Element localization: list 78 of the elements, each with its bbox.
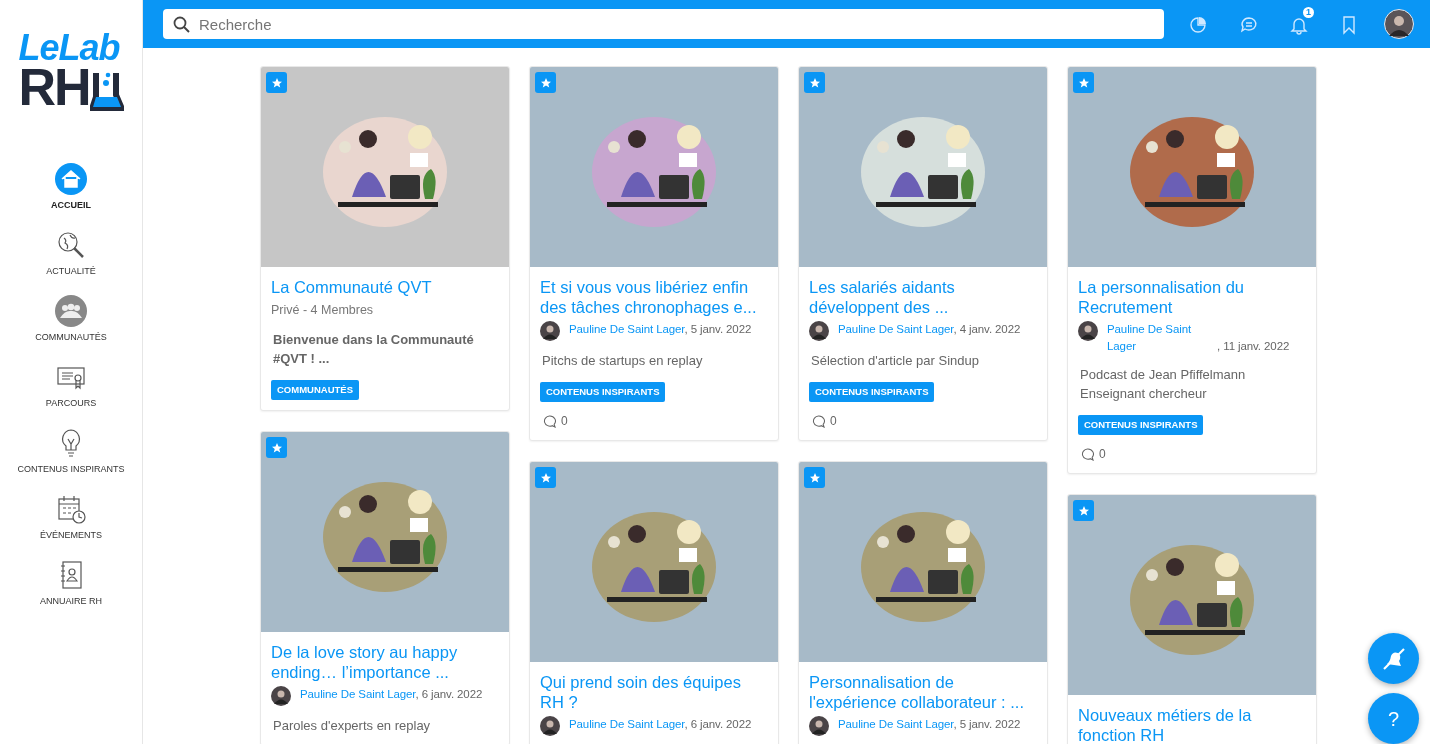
star-icon [539,471,552,484]
author-avatar [1078,321,1098,341]
group-icon [55,295,87,328]
card-title[interactable]: Et si vous vous libériez enfin des tâches chronophages e... [540,277,768,317]
author-avatar [540,321,560,341]
author-avatar [809,716,829,737]
author-link[interactable]: Pauline De Saint Lager [569,718,685,731]
pie-chart-icon [1189,14,1209,35]
star-icon [1077,504,1090,517]
author-link[interactable]: Pauline De Saint Lager [1107,321,1217,355]
favorite-button[interactable] [535,72,556,93]
author-date: Pauline De Saint Lager, 5 janv. 2022 [838,717,1021,733]
category-tag[interactable]: COMMUNAUTÉS [271,379,359,400]
card-excerpt: Bienvenue dans la Communauté #QVT ! ... [273,330,475,368]
star-icon [270,441,283,454]
help-button[interactable]: ? [1368,693,1419,744]
comment-count: 0 [830,413,837,431]
card-title[interactable]: La personnalisation du Recrutement [1078,277,1306,317]
comment-icon [812,414,825,428]
mute-notifications-button[interactable] [1368,633,1419,684]
star-icon [270,76,283,89]
card-meta: Privé - 4 Membres [271,302,375,319]
comment-count: 0 [1099,446,1106,464]
star-icon [808,76,821,89]
card-excerpt: Pitchs de startups en replay [542,352,704,370]
author-link[interactable]: Pauline De Saint Lager [300,688,416,700]
author-date: Pauline De Saint Lager, 6 janv. 2022 [300,687,483,702]
favorite-button[interactable] [804,72,825,93]
nav-item[interactable]: ACTUALITÉ [0,229,143,296]
category-tag[interactable]: CONTENUS INSPIRANTS [540,382,666,403]
star-icon [539,76,552,89]
nav-item[interactable]: ACCUEIL [0,163,143,230]
card-title[interactable]: Nouveaux métiers de la fonction RH [1078,705,1306,744]
category-tag[interactable]: CONTENUS INSPIRANTS [809,382,935,403]
search-field[interactable]: Recherche [163,9,1164,39]
author-link[interactable]: Pauline De Saint Lager [838,323,954,335]
favorite-button[interactable] [804,467,825,489]
star-icon [808,471,821,484]
nav-item[interactable]: ÉVÉNEMENTS [0,493,143,560]
author-date: Pauline De Saint Lager, 6 janv. 2022 [569,717,752,733]
author-avatar [809,321,829,341]
search-icon [173,16,190,33]
notifications-button[interactable]: 1 [1284,7,1314,41]
card-title[interactable]: Qui prend soin des équipes RH ? [540,672,768,713]
card-title[interactable]: De la love story au happy ending… l’importance ... [271,642,499,682]
nav-item[interactable]: COMMUNAUTÉS [0,295,143,362]
logo: LeLab RH [18,32,124,112]
user-avatar[interactable] [1384,9,1414,39]
favorite-button[interactable] [266,72,287,93]
author-link[interactable]: Pauline De Saint Lager [838,718,954,731]
card-title[interactable]: La Communauté QVT [271,277,499,297]
favorite-button[interactable] [266,437,287,458]
card-excerpt: Podcast de Jean Pfiffelmann Enseignant chercheur [1080,366,1247,403]
author-date: Pauline De Saint Lager, 4 janv. 2022 [838,322,1021,337]
favorite-button[interactable] [535,467,556,489]
comment-icon [1081,447,1094,461]
author-link[interactable]: Pauline De Saint Lager [569,323,685,335]
favorite-button[interactable] [1073,72,1094,93]
notification-count: 1 [1303,7,1314,18]
chat-icon [1239,14,1259,35]
home-icon [55,163,87,196]
author-date: Pauline De Saint Lager, 5 janv. 2022 [569,322,752,337]
author-avatar [271,686,291,706]
nav-item[interactable]: CONTENUS INSPIRANTS [0,427,143,494]
nav-item[interactable]: PARCOURS [0,361,143,428]
calendar-clock-icon [55,493,87,526]
favorite-button[interactable] [1073,500,1094,522]
comment-icon [543,414,556,428]
card-excerpt: Paroles d'experts en replay [273,717,432,735]
nav-item[interactable]: ANNUAIRE RH [0,559,143,626]
comment-count: 0 [561,413,568,431]
author-date: Pauline De Saint Lager , 11 janv. 2022 [1107,321,1290,355]
star-icon [1077,76,1090,89]
card-title[interactable]: Personnalisation de l'expérience collaborateur : ... [809,672,1037,713]
card-title[interactable]: Les salariés aidants développent des ... [809,277,1037,317]
card-excerpt: Sélection d'article par Sindup [811,352,980,370]
category-tag[interactable]: CONTENUS INSPIRANTS [1078,415,1204,436]
author-avatar [540,716,560,737]
